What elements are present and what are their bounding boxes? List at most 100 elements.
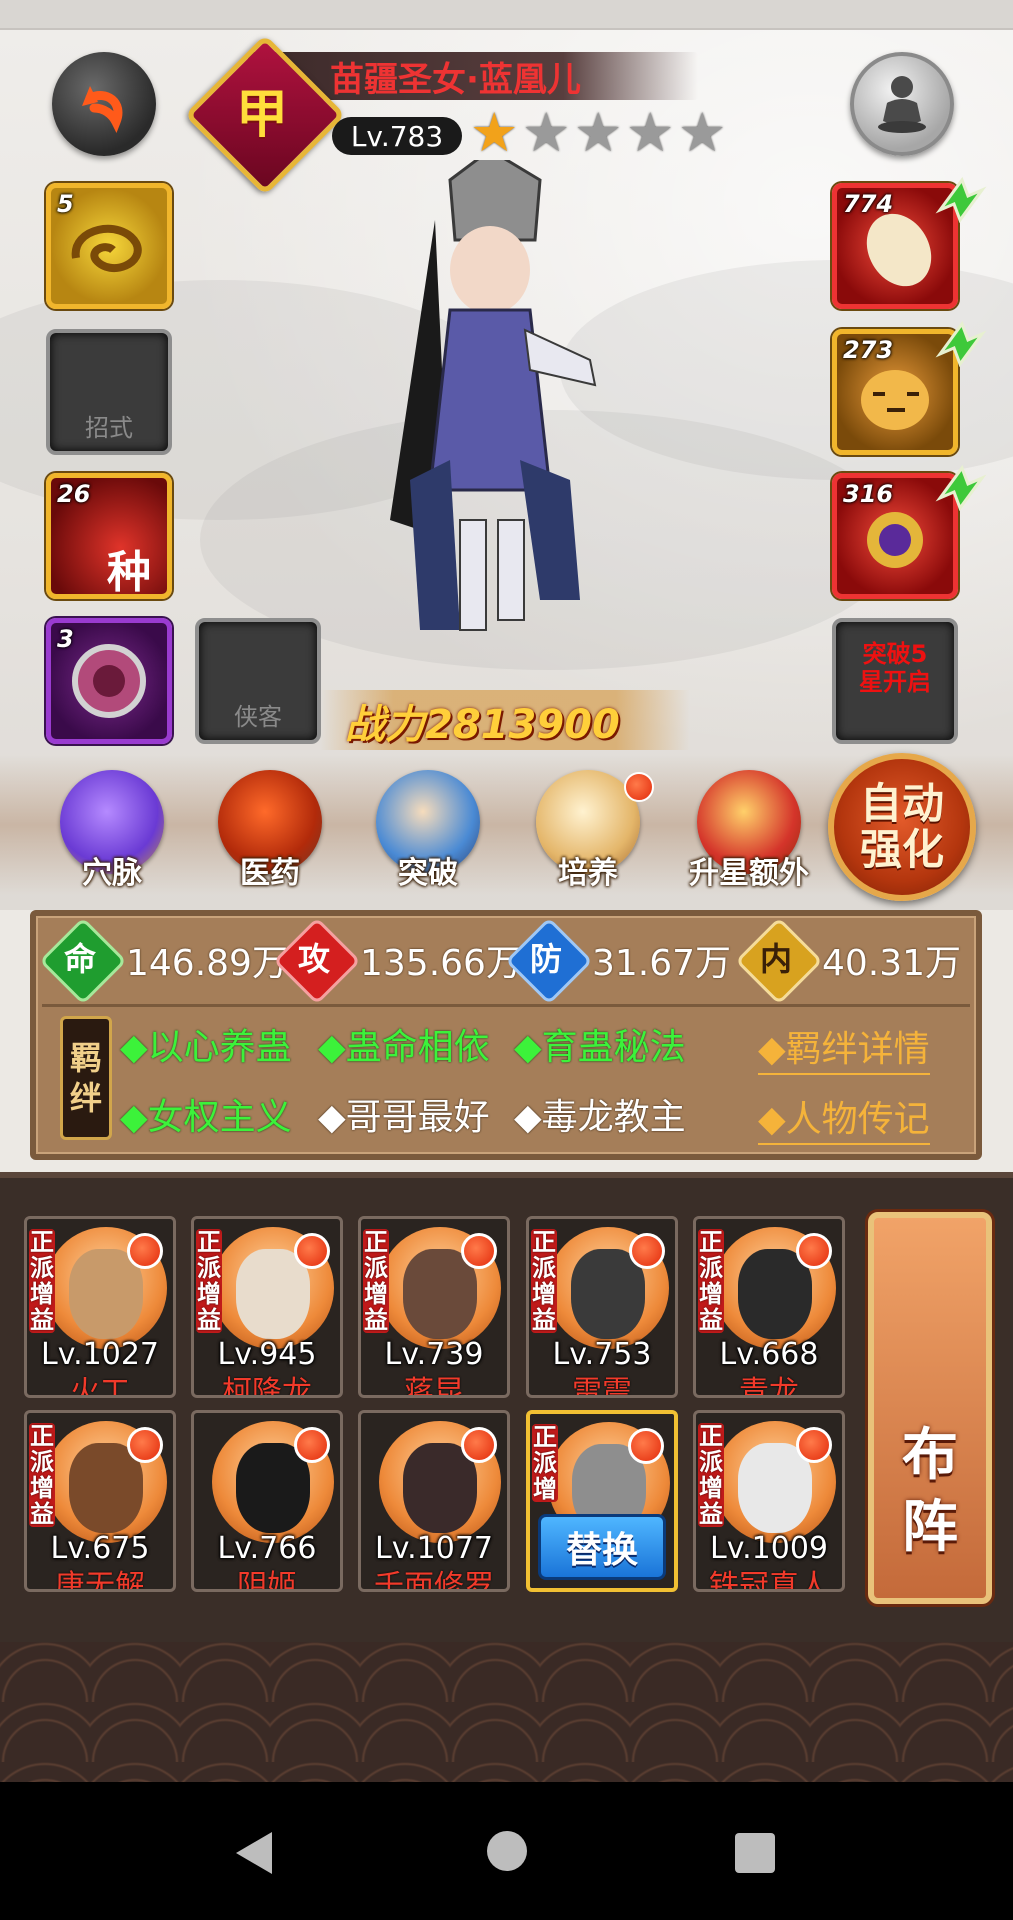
tag-char: 益 xyxy=(699,1306,723,1334)
function-label: 突破 xyxy=(398,856,458,891)
back-arrow-icon xyxy=(82,86,123,133)
notification-dot xyxy=(629,1233,665,1269)
roster-card-selected[interactable]: 正派增 替换 xyxy=(526,1410,678,1592)
bond-tag-line2: 绊 xyxy=(69,1079,102,1117)
nav-recents-icon[interactable] xyxy=(734,1832,776,1874)
bond-item: ◆以心养蛊 xyxy=(120,1027,292,1068)
bond-detail-link[interactable]: ◆羁绊详情 xyxy=(758,1020,930,1075)
roster-name: 铁冠真人 xyxy=(709,1569,829,1592)
roster-card[interactable]: Lv.1077 千面修罗 xyxy=(358,1410,510,1592)
rank-badge-text: 甲 xyxy=(235,85,288,145)
bond-item: ◆蛊命相依 xyxy=(318,1027,490,1068)
roster-name: 火工 xyxy=(70,1375,130,1398)
slot-count: 26 xyxy=(57,480,91,508)
swap-button[interactable]: 替换 xyxy=(538,1514,666,1580)
star-empty-icon: ★ xyxy=(574,101,623,164)
roster-card[interactable]: 正派增益 Lv.668 青龙 xyxy=(693,1216,845,1398)
roster-card[interactable]: 正派增益 Lv.945 柯降龙 xyxy=(191,1216,343,1398)
slot-count: 273 xyxy=(843,336,894,364)
companion-slot-empty[interactable]: 侠客 xyxy=(195,618,321,744)
meridian-button[interactable]: 穴脉 xyxy=(52,770,172,891)
notification-dot xyxy=(127,1427,163,1463)
notification-dot xyxy=(461,1233,497,1269)
notification-dot xyxy=(461,1427,497,1463)
bond-item: ◆哥哥最好 xyxy=(318,1097,490,1138)
tag-char: 增 xyxy=(533,1475,557,1503)
auto-enhance-line1: 自动 xyxy=(859,779,944,828)
locked-text-line2: 星开启 xyxy=(859,668,931,696)
stats-row: 命 146.89万 攻 135.66万 防 31.67万 内 40.31万 xyxy=(39,917,972,1005)
roster-card[interactable]: Lv.766 阴姬 xyxy=(191,1410,343,1592)
roster-card[interactable]: 正派增益 Lv.675 唐无解 xyxy=(24,1410,176,1592)
move-slot-empty[interactable]: 招式 xyxy=(46,329,172,455)
tag-char: 增 xyxy=(364,1280,388,1308)
tag-char: 益 xyxy=(364,1306,388,1334)
tag-char: 正 xyxy=(699,1422,723,1450)
medicine-button[interactable]: 医药 xyxy=(210,770,330,891)
faction-tag: 正派增益 xyxy=(196,1229,222,1333)
faction-tag: 正派增益 xyxy=(698,1229,724,1333)
slot-glyph: 种 xyxy=(107,547,151,598)
tag-char: 增 xyxy=(532,1280,556,1308)
treasure-slot[interactable]: 3 xyxy=(46,618,172,744)
roster-card[interactable]: 正派增益 Lv.1027 火工 xyxy=(24,1216,176,1398)
back-button[interactable] xyxy=(52,52,156,156)
tag-char: 正 xyxy=(30,1422,54,1450)
notification-dot xyxy=(294,1427,330,1463)
faction-tag: 正派增益 xyxy=(363,1229,389,1333)
notification-dot xyxy=(796,1233,832,1269)
function-label: 升星额外 xyxy=(689,856,809,891)
tag-char: 派 xyxy=(699,1448,723,1476)
tag-char: 增 xyxy=(699,1280,723,1308)
tag-char: 派 xyxy=(30,1254,54,1282)
slot-count: 5 xyxy=(57,190,74,218)
tag-char: 益 xyxy=(699,1500,723,1528)
nav-home-icon[interactable] xyxy=(486,1830,528,1872)
stat-char: 命 xyxy=(63,940,96,978)
slot-label: 招式 xyxy=(85,414,133,442)
hero-name: 苗疆圣女·蓝凰儿 xyxy=(330,60,581,100)
roster-name: 雷震 xyxy=(572,1375,632,1398)
roster-card[interactable]: 正派增益 Lv.1009 铁冠真人 xyxy=(693,1410,845,1592)
biography-link[interactable]: ◆人物传记 xyxy=(758,1090,930,1145)
bond-tag: 羁 绊 xyxy=(60,1016,112,1140)
notification-dot xyxy=(624,772,654,802)
star-upgrade-button[interactable]: 升星额外 xyxy=(684,770,814,891)
nav-back-icon[interactable] xyxy=(232,1830,276,1876)
meditating-figure-icon xyxy=(878,76,926,133)
star-filled-icon: ★ xyxy=(470,101,519,164)
divider xyxy=(42,1004,970,1007)
skill-slot-3[interactable]: 26 种 xyxy=(46,473,172,599)
auto-enhance-button[interactable]: 自动 强化 xyxy=(828,753,976,901)
tag-char: 正 xyxy=(30,1228,54,1256)
formation-char: 阵 xyxy=(902,1495,958,1560)
player-avatar-button[interactable] xyxy=(850,52,954,156)
faction-tag: 正派增 xyxy=(532,1424,558,1502)
status-bar xyxy=(0,0,1013,30)
locked-slot[interactable]: 突破5 星开启 xyxy=(832,618,958,744)
tag-char: 派 xyxy=(197,1254,221,1282)
decorative-pattern xyxy=(0,1642,1013,1782)
cultivate-button[interactable]: 培养 xyxy=(528,770,654,891)
tag-char: 派 xyxy=(533,1449,557,1477)
roster-card[interactable]: 正派增益 Lv.753 雷震 xyxy=(526,1216,678,1398)
tag-char: 派 xyxy=(699,1254,723,1282)
skill-slot-1[interactable]: 5 xyxy=(46,183,172,309)
upgrade-arrow-icon xyxy=(935,464,987,512)
tag-char: 增 xyxy=(197,1280,221,1308)
roster-name: 青龙 xyxy=(739,1375,799,1398)
bond-item: ◆育蛊秘法 xyxy=(514,1027,686,1068)
notification-dot xyxy=(628,1428,664,1464)
auto-enhance-line2: 强化 xyxy=(859,825,944,874)
slot-label: 侠客 xyxy=(234,703,282,731)
roster-card[interactable]: 正派增益 Lv.739 蒋昆 xyxy=(358,1216,510,1398)
stat-char: 攻 xyxy=(297,940,330,978)
tag-char: 正 xyxy=(533,1423,557,1451)
stat-value-defense: 31.67万 xyxy=(592,943,732,984)
roster-name: 阴姬 xyxy=(237,1569,297,1592)
hero-character xyxy=(390,160,597,631)
breakthrough-button[interactable]: 突破 xyxy=(368,770,488,891)
star-empty-icon: ★ xyxy=(678,101,727,164)
stat-value-inner: 40.31万 xyxy=(822,943,962,984)
combat-power: 战力2813900 xyxy=(345,702,620,748)
